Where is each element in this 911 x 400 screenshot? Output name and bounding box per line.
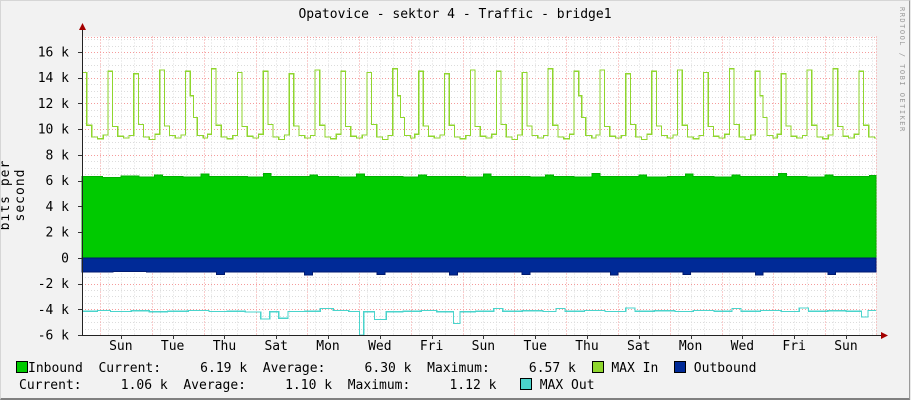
y-tick-label: 10 k	[38, 123, 69, 138]
x-tick-label: Sun	[109, 339, 132, 354]
y-tick-label: -2 k	[38, 277, 69, 292]
x-tick-label: Fri	[782, 339, 805, 354]
legend-row: Inbound Current: 6.19 k Average: 6.30 k …	[16, 361, 756, 375]
traffic-chart: 16 k 14 k 12 k 10 k 8 k 6 k 4 k 2 k 0 -2 k -4 k -6 …	[38, 23, 888, 354]
x-tick-label: Fri	[420, 339, 443, 354]
x-axis-arrow	[881, 332, 888, 339]
max-out-label: MAX Out	[531, 378, 595, 393]
inbound-stats: Inbound Current: 6.19 k Average: 6.30 k …	[28, 361, 592, 376]
outbound-label: Outbound	[685, 361, 757, 376]
inbound-swatch	[16, 361, 28, 373]
y-tick-label: 2 k	[46, 226, 70, 241]
y-axis-arrow	[79, 23, 86, 30]
x-tick-label: Wed	[731, 339, 754, 354]
x-tick-label: Sat	[264, 339, 287, 354]
traffic-graph-panel: Opatovice - sektor 4 - Traffic - bridge1…	[0, 0, 910, 400]
y-tick-label: 6 k	[46, 174, 70, 189]
y-tick-label: 8 k	[46, 148, 70, 163]
y-tick-label: 4 k	[46, 200, 70, 215]
x-tick-label: Sun	[834, 339, 857, 354]
x-tick-label: Sun	[472, 339, 495, 354]
x-tick-label: Wed	[368, 339, 391, 354]
inbound-area	[81, 173, 877, 259]
max-in-swatch	[591, 361, 604, 373]
x-tick-label: Tue	[523, 339, 547, 354]
x-tick-label: Thu	[575, 339, 598, 354]
x-tick-label: Tue	[161, 339, 185, 354]
y-tick-label: 0	[61, 251, 69, 266]
y-tick-label: -4 k	[38, 303, 69, 318]
legend-row: Current: 1.06 k Average: 1.10 k Maximum:…	[19, 378, 595, 392]
outbound-swatch	[673, 361, 686, 373]
x-tick-label: Mon	[316, 339, 339, 354]
max-in-label: MAX In	[603, 361, 674, 376]
x-tick-label: Sat	[627, 339, 650, 354]
x-tick-label: Mon	[679, 339, 702, 354]
y-tick-label: -6 k	[38, 329, 69, 344]
max-out-swatch	[519, 378, 532, 390]
y-tick-label: 16 k	[38, 45, 69, 60]
y-tick-label: 14 k	[38, 71, 69, 86]
y-tick-label: 12 k	[38, 97, 69, 112]
outbound-stats: Current: 1.06 k Average: 1.10 k Maximum:…	[19, 378, 520, 393]
x-tick-label: Thu	[213, 339, 236, 354]
